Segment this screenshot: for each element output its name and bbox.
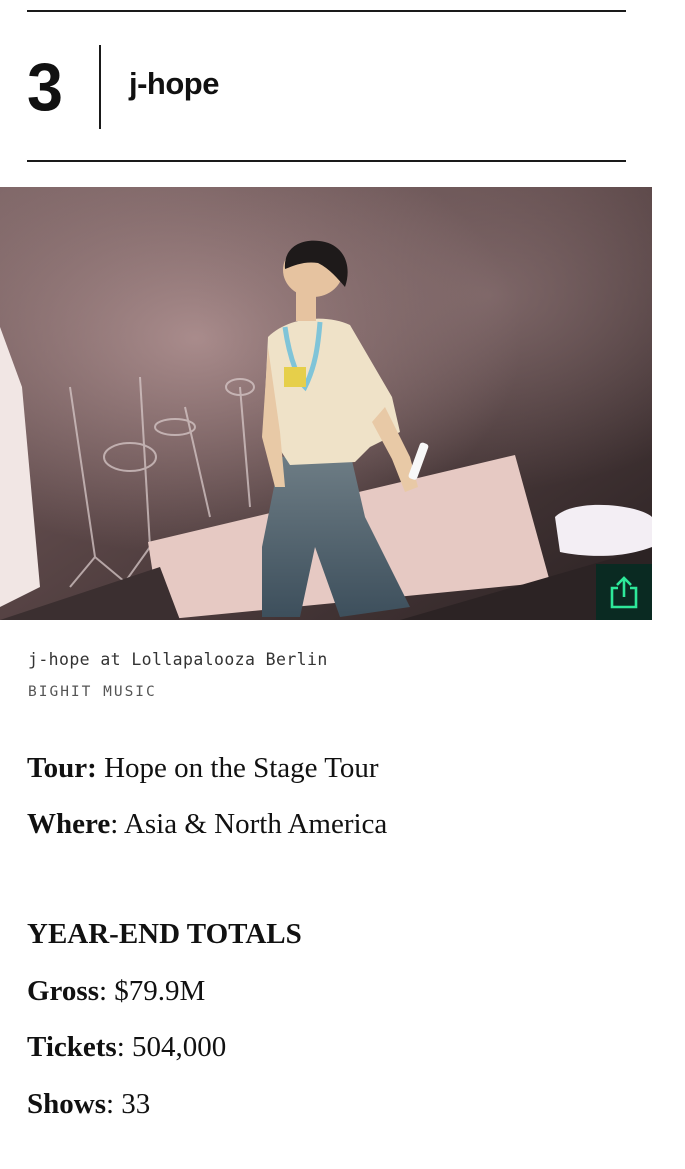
shows-line: Shows: 33 — [27, 1088, 150, 1121]
tickets-value: : 504,000 — [116, 1031, 227, 1063]
gross-value: : $79.9M — [98, 975, 206, 1007]
share-button[interactable] — [596, 564, 652, 620]
share-icon — [610, 576, 638, 609]
artist-name: j-hope — [129, 66, 220, 101]
where-line: Where: Asia & North America — [27, 808, 387, 841]
photo-caption: j-hope at Lollapalooza Berlin — [28, 650, 328, 669]
top-divider — [27, 10, 626, 12]
bottom-divider — [27, 160, 626, 162]
tour-value: Hope on the Stage Tour — [96, 752, 379, 784]
where-label: Where — [27, 808, 111, 840]
shows-value: : 33 — [106, 1088, 151, 1120]
tour-label: Tour: — [27, 752, 97, 784]
shows-label: Shows — [27, 1088, 106, 1120]
totals-heading: YEAR-END TOTALS — [27, 918, 302, 950]
gross-label: Gross — [27, 975, 99, 1007]
where-value: : Asia & North America — [110, 808, 388, 840]
tour-line: Tour: Hope on the Stage Tour — [27, 752, 379, 785]
ranking-header: 3 j-hope — [27, 44, 220, 130]
tickets-label: Tickets — [27, 1031, 117, 1063]
rank-number: 3 — [27, 49, 63, 125]
concert-photo — [0, 187, 652, 620]
rank-separator — [99, 45, 101, 129]
photo-credit: BIGHIT MUSIC — [28, 684, 157, 700]
gross-line: Gross: $79.9M — [27, 975, 205, 1008]
tickets-line: Tickets: 504,000 — [27, 1031, 226, 1064]
